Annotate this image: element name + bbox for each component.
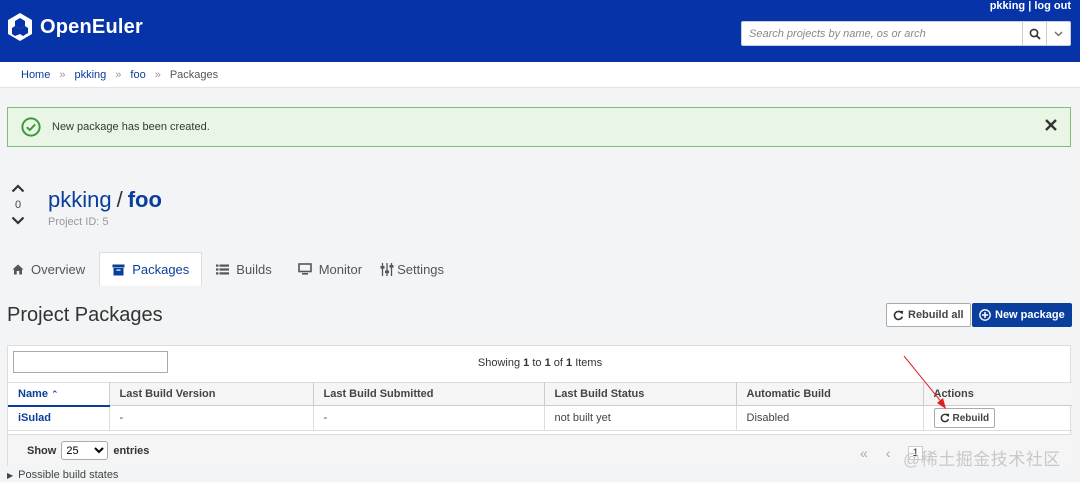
success-alert: New package has been created. [7, 107, 1071, 147]
table-header-row: Name ⌃ Last Build Version Last Build Sub… [8, 382, 1072, 407]
plus-circle-icon [979, 309, 991, 321]
tab-settings[interactable]: Settings [376, 252, 456, 286]
rebuild-all-label: Rebuild all [908, 309, 964, 321]
column-header-version[interactable]: Last Build Version [109, 382, 314, 406]
breadcrumb-home[interactable]: Home [21, 69, 50, 81]
prev-page-icon[interactable]: ‹ [886, 445, 891, 461]
sort-asc-icon: ⌃ [51, 388, 59, 399]
column-header-actions: Actions [923, 382, 1072, 406]
alert-message: New package has been created. [52, 121, 210, 133]
logout-link[interactable]: log out [1034, 0, 1071, 12]
tab-builds-label: Builds [236, 261, 272, 277]
show-label: Show [27, 444, 57, 457]
search-button[interactable] [1022, 22, 1046, 45]
tab-monitor-label: Monitor [318, 261, 363, 277]
tab-packages-label: Packages [132, 262, 190, 277]
info-to-word: to [529, 357, 545, 369]
caret-right-icon: ▶ [7, 471, 14, 480]
cell-submitted: - [313, 405, 545, 431]
list-icon [216, 264, 230, 274]
logo[interactable]: OpenEuler [6, 12, 143, 42]
section-title: Project Packages [7, 304, 163, 326]
rebuild-package-button[interactable]: Rebuild [933, 408, 996, 428]
upvote-icon[interactable] [11, 184, 25, 193]
new-package-button[interactable]: New package [972, 303, 1072, 327]
search-box [741, 21, 1071, 46]
check-circle-icon [21, 117, 41, 137]
chevron-down-icon [1054, 31, 1063, 36]
tab-settings-label: Settings [397, 261, 445, 277]
column-header-name[interactable]: Name ⌃ [8, 382, 110, 407]
project-title: pkking / foo [48, 187, 162, 212]
packages-table: Name ⌃ Last Build Version Last Build Sub… [8, 382, 1072, 431]
entries-label: entries [113, 444, 150, 457]
breadcrumb-separator: » [154, 68, 161, 81]
tab-overview[interactable]: Overview [0, 252, 97, 286]
column-header-submitted[interactable]: Last Build Submitted [313, 382, 545, 406]
search-input[interactable] [742, 22, 1022, 45]
top-navbar: OpenEuler pkking | log out [0, 0, 1080, 62]
column-header-name-label: Name [18, 387, 48, 400]
project-owner[interactable]: pkking [48, 187, 112, 212]
info-suffix: Items [572, 357, 603, 369]
table-row: iSulad - - not built yet Disabled Rebuil… [8, 405, 1072, 431]
cell-automatic: Disabled [736, 405, 924, 431]
search-options-button[interactable] [1046, 22, 1070, 45]
search-icon [1029, 28, 1041, 40]
user-links: pkking | log out [989, 0, 1071, 12]
brand-name: OpenEuler [40, 15, 143, 38]
breadcrumb: Home » pkking » foo » Packages [0, 62, 1080, 88]
watermark: @稀土掘金技术社区 [903, 450, 1061, 469]
vote-count: 0 [14, 199, 22, 211]
column-header-status[interactable]: Last Build Status [544, 382, 737, 406]
refresh-icon [940, 413, 949, 423]
project-name[interactable]: foo [128, 187, 162, 212]
sliders-icon [380, 262, 394, 276]
username-link[interactable]: pkking [990, 0, 1025, 12]
breadcrumb-separator: » [115, 68, 122, 81]
new-package-label: New package [995, 309, 1065, 321]
possible-build-states-toggle[interactable]: ▶ Possible build states [7, 469, 118, 481]
breadcrumb-user[interactable]: pkking [74, 69, 106, 81]
vote-widget: 0 [8, 182, 28, 228]
first-page-icon[interactable]: « [860, 445, 868, 461]
tab-overview-label: Overview [31, 261, 86, 277]
breadcrumb-project[interactable]: foo [130, 69, 145, 81]
breadcrumb-current: Packages [169, 68, 219, 81]
package-name-link[interactable]: iSulad [18, 412, 51, 424]
close-icon[interactable] [1044, 118, 1058, 132]
tab-monitor[interactable]: Monitor [286, 252, 374, 286]
rebuild-all-button[interactable]: Rebuild all [886, 303, 971, 327]
tab-builds[interactable]: Builds [204, 252, 283, 286]
archive-icon [112, 264, 125, 275]
cell-version: - [109, 405, 314, 431]
refresh-icon [893, 310, 904, 320]
table-info: Showing 1 to 1 of 1 Items [8, 357, 1072, 369]
info-prefix: Showing [477, 357, 524, 369]
column-header-automatic[interactable]: Automatic Build [736, 382, 924, 406]
rebuild-package-label: Rebuild [952, 412, 990, 424]
home-icon [12, 264, 24, 274]
page-size-control: Show 25 entries [27, 441, 149, 460]
openeuler-logo-icon [8, 13, 32, 41]
page-size-select[interactable]: 25 [61, 441, 109, 460]
project-tabs: Overview Packages Builds Monitor Setting… [0, 252, 458, 286]
monitor-icon [297, 263, 312, 275]
tab-packages[interactable]: Packages [99, 252, 203, 286]
breadcrumb-separator: » [59, 68, 66, 81]
info-of-word: of [550, 357, 567, 369]
project-id: Project ID: 5 [48, 216, 109, 228]
downvote-icon[interactable] [11, 216, 25, 225]
possible-states-label: Possible build states [18, 469, 119, 481]
cell-status: not built yet [544, 405, 737, 431]
